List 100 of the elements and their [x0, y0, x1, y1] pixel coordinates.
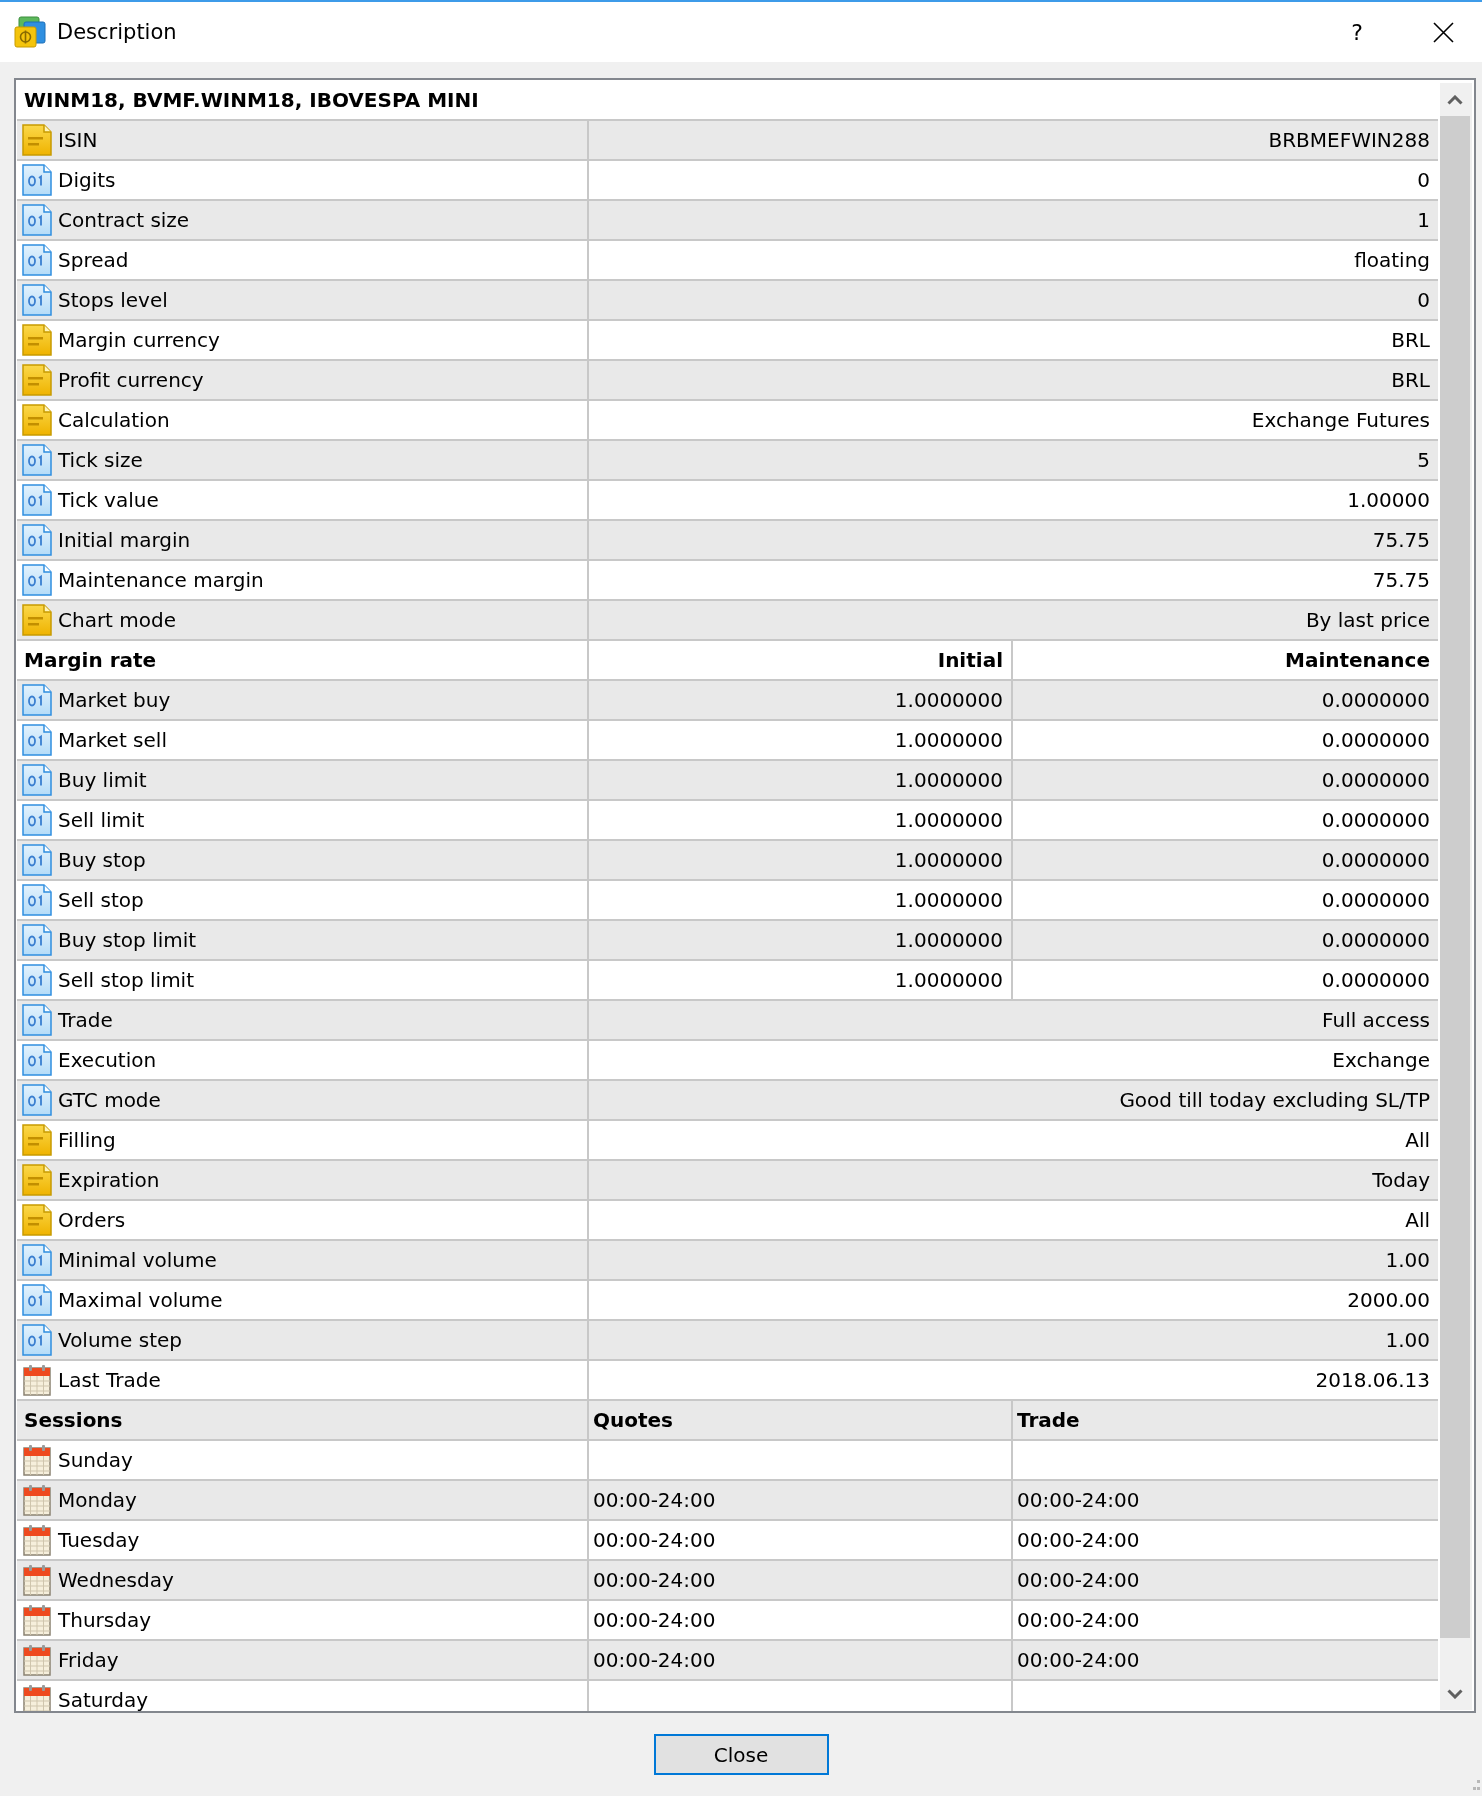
property-name: Buy limit — [58, 768, 147, 792]
table-cell: 00:00-24:00 — [1017, 1528, 1140, 1552]
number-page-icon — [22, 1044, 52, 1076]
number-page-icon — [22, 964, 52, 996]
calendar-icon — [22, 1484, 52, 1516]
property-name: Trade — [58, 1008, 113, 1032]
table-cell: 0.0000000 — [1321, 848, 1430, 872]
property-value: All — [1405, 1128, 1430, 1152]
close-icon[interactable] — [1433, 21, 1454, 43]
property-name: Buy stop limit — [58, 928, 197, 952]
property-value: Exchange Futures — [1251, 408, 1430, 432]
table-cell: 00:00-24:00 — [1017, 1568, 1140, 1592]
property-name: Margin currency — [58, 328, 220, 352]
calendar-icon — [22, 1364, 52, 1396]
table-cell: 0.0000000 — [1321, 928, 1430, 952]
text-page-icon — [22, 1204, 52, 1236]
number-page-icon — [22, 1244, 52, 1276]
property-name: ISIN — [58, 128, 98, 152]
property-value: By last price — [1305, 608, 1430, 632]
text-page-icon — [22, 124, 52, 156]
resize-grip-icon[interactable] — [1470, 1780, 1480, 1790]
property-name: Volume step — [58, 1328, 182, 1352]
property-name: Sunday — [58, 1448, 133, 1472]
window-title: Description — [57, 20, 178, 44]
table-cell: 1.0000000 — [894, 728, 1003, 752]
property-name: Market buy — [58, 688, 171, 712]
stacked-tiles-icon — [14, 16, 46, 48]
property-name: Filling — [58, 1128, 116, 1152]
table-cell: 00:00-24:00 — [593, 1528, 716, 1552]
table-cell: 00:00-24:00 — [593, 1488, 716, 1512]
column-header: Maintenance — [1285, 648, 1430, 672]
number-page-icon — [22, 724, 52, 756]
property-name: Market sell — [58, 728, 167, 752]
scroll-down-icon[interactable] — [1447, 1688, 1463, 1699]
table-cell: 1.0000000 — [894, 888, 1003, 912]
property-value: 1.00 — [1385, 1248, 1430, 1272]
property-name: Maximal volume — [58, 1288, 223, 1312]
property-name: Monday — [58, 1488, 137, 1512]
property-value: 5 — [1417, 448, 1430, 472]
property-name: Initial margin — [58, 528, 191, 552]
property-value: 1.00000 — [1347, 488, 1430, 512]
property-name: Contract size — [58, 208, 190, 232]
property-name: Sell stop limit — [58, 968, 194, 992]
number-page-icon — [22, 284, 52, 316]
property-value: All — [1405, 1208, 1430, 1232]
text-page-icon — [22, 1164, 52, 1196]
property-value: Good till today excluding SL/TP — [1119, 1088, 1430, 1112]
property-name: Wednesday — [58, 1568, 174, 1592]
calendar-icon — [22, 1684, 52, 1711]
number-page-icon — [22, 444, 52, 476]
table-cell: 00:00-24:00 — [593, 1568, 716, 1592]
property-name: Sell limit — [58, 808, 145, 832]
property-name: Tuesday — [58, 1528, 140, 1552]
close-button[interactable]: Close — [653, 1734, 829, 1775]
table-cell: 0.0000000 — [1321, 768, 1430, 792]
table-cell: 00:00-24:00 — [1017, 1488, 1140, 1512]
table-cell: 0.0000000 — [1321, 888, 1430, 912]
property-name: Execution — [58, 1048, 157, 1072]
number-page-icon — [22, 924, 52, 956]
number-page-icon — [22, 204, 52, 236]
property-name: Calculation — [58, 408, 170, 432]
table-cell: 0.0000000 — [1321, 968, 1430, 992]
property-name: Digits — [58, 168, 116, 192]
table-cell: 0.0000000 — [1321, 728, 1430, 752]
table-cell: 00:00-24:00 — [1017, 1648, 1140, 1672]
help-button[interactable]: ? — [1351, 19, 1363, 45]
property-name: Buy stop — [58, 848, 146, 872]
property-value: Exchange — [1332, 1048, 1430, 1072]
property-value: 75.75 — [1372, 568, 1430, 592]
table-cell: 00:00-24:00 — [1017, 1608, 1140, 1632]
table-cell: 1.0000000 — [894, 968, 1003, 992]
text-page-icon — [22, 324, 52, 356]
property-name: Profit currency — [58, 368, 204, 392]
property-value: 2018.06.13 — [1315, 1368, 1430, 1392]
table-cell: 1.0000000 — [894, 808, 1003, 832]
calendar-icon — [22, 1524, 52, 1556]
number-page-icon — [22, 844, 52, 876]
property-name: Minimal volume — [58, 1248, 217, 1272]
table-cell: 1.0000000 — [894, 768, 1003, 792]
number-page-icon — [22, 564, 52, 596]
number-page-icon — [22, 244, 52, 276]
number-page-icon — [22, 1324, 52, 1356]
property-value: BRBMEFWIN288 — [1268, 128, 1430, 152]
section-heading: Sessions — [24, 1408, 123, 1432]
text-page-icon — [22, 1124, 52, 1156]
property-value: 2000.00 — [1347, 1288, 1430, 1312]
text-page-icon — [22, 364, 52, 396]
property-value: Full access — [1322, 1008, 1430, 1032]
property-name: Tick value — [58, 488, 159, 512]
property-name: Tick size — [58, 448, 143, 472]
table-cell: 1.0000000 — [894, 688, 1003, 712]
property-name: Saturday — [58, 1688, 149, 1711]
property-value: 1 — [1417, 208, 1430, 232]
number-page-icon — [22, 1004, 52, 1036]
property-name: GTC mode — [58, 1088, 161, 1112]
property-name: Spread — [58, 248, 129, 272]
calendar-icon — [22, 1604, 52, 1636]
scroll-up-icon[interactable] — [1447, 94, 1463, 105]
number-page-icon — [22, 884, 52, 916]
property-name: Last Trade — [58, 1368, 161, 1392]
